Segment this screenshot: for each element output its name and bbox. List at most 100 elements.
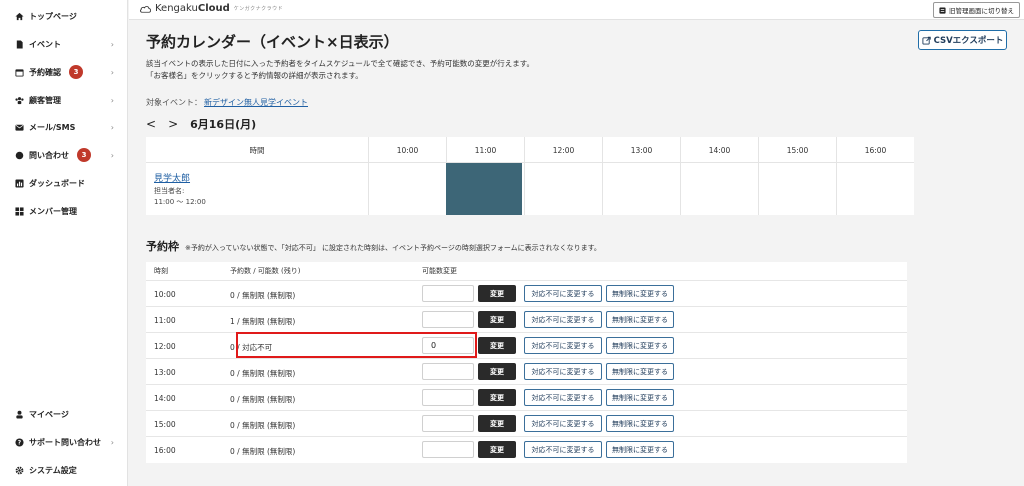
sidebar-item-mail[interactable]: メール/SMS ›	[0, 118, 128, 136]
capacity-input[interactable]	[422, 363, 474, 380]
timeline-hour: 13:00	[602, 137, 680, 163]
sidebar-item-settings[interactable]: システム設定	[0, 461, 128, 479]
set-unlimited-button[interactable]: 無制限に変更する	[606, 389, 674, 406]
brand-subtitle: ケンガクナクラウド	[233, 6, 284, 12]
sidebar-item-label: 顧客管理	[29, 95, 61, 105]
sidebar-item-label: 問い合わせ	[29, 150, 69, 160]
set-unavailable-button[interactable]: 対応不可に変更する	[524, 441, 602, 458]
grid-icon	[14, 206, 24, 216]
slot-count: 0 / 無制限 (無制限)	[230, 421, 296, 430]
date-navigator: < > 6月16日(月)	[146, 116, 256, 132]
sidebar-item-event[interactable]: イベント ›	[0, 35, 128, 53]
guest-name-link[interactable]: 見学太郎	[154, 171, 190, 184]
slots-note: ※予約が入っていない状態で、「対応不可」 に設定された時刻は、イベント予約ページ…	[185, 244, 601, 252]
change-button[interactable]: 変更	[478, 363, 516, 380]
sidebar-item-inquiry[interactable]: 問い合わせ 3 ›	[0, 146, 128, 164]
set-unlimited-button[interactable]: 無制限に変更する	[606, 285, 674, 302]
set-unlimited-button[interactable]: 無制限に変更する	[606, 337, 674, 354]
set-unavailable-button[interactable]: 対応不可に変更する	[524, 415, 602, 432]
next-day-button[interactable]: >	[168, 117, 178, 131]
table-row: 15:00 0 / 無制限 (無制限) 変更 対応不可に変更する 無制限に変更す…	[146, 410, 907, 436]
timeline-hour: 10:00	[368, 137, 446, 163]
change-button[interactable]: 変更	[478, 311, 516, 328]
sidebar-item-customers[interactable]: 顧客管理 ›	[0, 91, 128, 109]
page-title: 予約カレンダー（イベント×日表示）	[146, 33, 399, 51]
sidebar-item-label: メール/SMS	[29, 122, 76, 132]
capacity-input[interactable]	[422, 415, 474, 432]
timeline-hour: 15:00	[758, 137, 836, 163]
booking-block[interactable]	[446, 163, 522, 215]
set-unavailable-button[interactable]: 対応不可に変更する	[524, 285, 602, 302]
page-description: 該当イベントの表示した日付に入った予約者をタイムスケジュールで全て確認でき、予約…	[146, 59, 535, 68]
target-event-link[interactable]: 新デザイン無人見学イベント	[204, 98, 308, 107]
chevron-right-icon: ›	[110, 95, 114, 105]
set-unavailable-button[interactable]: 対応不可に変更する	[524, 389, 602, 406]
brand-name-light: Kengaku	[155, 3, 198, 14]
capacity-input[interactable]	[422, 389, 474, 406]
timeline-gridline	[680, 163, 681, 215]
chevron-right-icon: ›	[110, 67, 114, 77]
capacity-input[interactable]	[422, 311, 474, 328]
slot-time: 12:00	[154, 342, 176, 351]
sidebar-item-top[interactable]: トップページ	[0, 7, 128, 25]
timeline-hour: 12:00	[524, 137, 602, 163]
chat-icon	[14, 150, 24, 160]
slot-count: 0 / 無制限 (無制限)	[230, 447, 296, 456]
csv-export-button[interactable]: CSVエクスポート	[918, 30, 1007, 50]
top-bar: Kengaku Cloud ケンガクナクラウド 旧管理画面に切り替え	[129, 0, 1024, 20]
slot-time: 11:00	[154, 316, 176, 325]
chevron-right-icon: ›	[110, 39, 114, 49]
sidebar-item-dashboard[interactable]: ダッシュボード	[0, 174, 128, 192]
change-button[interactable]: 変更	[478, 337, 516, 354]
chevron-right-icon: ›	[110, 150, 114, 160]
change-button[interactable]: 変更	[478, 415, 516, 432]
sidebar: トップページ イベント › 予約確認 3 › 顧客管理 › メール/SMS › …	[0, 0, 128, 486]
slot-time: 15:00	[154, 420, 176, 429]
slot-time: 14:00	[154, 394, 176, 403]
slots-section-header: 予約枠 ※予約が入っていない状態で、「対応不可」 に設定された時刻は、イベント予…	[146, 238, 601, 254]
switch-label: 旧管理画面に切り替え	[949, 7, 1014, 15]
change-button[interactable]: 変更	[478, 389, 516, 406]
slots-title: 予約枠	[146, 240, 179, 253]
switch-legacy-admin-button[interactable]: 旧管理画面に切り替え	[933, 2, 1020, 18]
table-row: 16:00 0 / 無制限 (無制限) 変更 対応不可に変更する 無制限に変更す…	[146, 436, 907, 462]
set-unlimited-button[interactable]: 無制限に変更する	[606, 441, 674, 458]
target-event: 対象イベント： 新デザイン無人見学イベント	[146, 97, 308, 108]
table-row: 13:00 0 / 無制限 (無制限) 変更 対応不可に変更する 無制限に変更す…	[146, 358, 907, 384]
set-unavailable-button[interactable]: 対応不可に変更する	[524, 363, 602, 380]
set-unlimited-button[interactable]: 無制限に変更する	[606, 363, 674, 380]
document-icon	[14, 39, 24, 49]
change-button[interactable]: 変更	[478, 441, 516, 458]
set-unlimited-button[interactable]: 無制限に変更する	[606, 311, 674, 328]
sidebar-item-mypage[interactable]: マイページ	[0, 405, 128, 423]
home-icon	[14, 11, 24, 21]
set-unlimited-button[interactable]: 無制限に変更する	[606, 415, 674, 432]
sidebar-item-label: トップページ	[29, 11, 77, 21]
capacity-input[interactable]	[422, 285, 474, 302]
day-timeline: 時間 10:00 11:00 12:00 13:00 14:00 15:00 1…	[146, 137, 914, 215]
sidebar-item-label: イベント	[29, 39, 61, 49]
sidebar-item-support[interactable]: ? サポート問い合わせ ›	[0, 433, 128, 451]
sidebar-item-label: サポート問い合わせ	[29, 437, 101, 447]
set-unavailable-button[interactable]: 対応不可に変更する	[524, 311, 602, 328]
export-icon	[922, 36, 931, 45]
sidebar-item-label: ダッシュボード	[29, 178, 85, 188]
slot-time: 16:00	[154, 446, 176, 455]
timeline-gridline	[368, 163, 369, 215]
timeline-hour: 14:00	[680, 137, 758, 163]
timeline-gridline	[602, 163, 603, 215]
change-button[interactable]: 変更	[478, 285, 516, 302]
set-unavailable-button[interactable]: 対応不可に変更する	[524, 337, 602, 354]
prev-day-button[interactable]: <	[146, 117, 156, 131]
sidebar-item-reservation[interactable]: 予約確認 3 ›	[0, 63, 128, 81]
sidebar-item-label: システム設定	[29, 465, 77, 475]
brand-logo[interactable]: Kengaku Cloud ケンガクナクラウド	[139, 3, 283, 14]
timeline-header: 時間 10:00 11:00 12:00 13:00 14:00 15:00 1…	[146, 137, 914, 163]
sidebar-item-label: 予約確認	[29, 67, 61, 77]
sidebar-item-members[interactable]: メンバー管理	[0, 202, 128, 220]
slot-count: 1 / 無制限 (無制限)	[230, 317, 296, 326]
table-row: 10:00 0 / 無制限 (無制限) 変更 対応不可に変更する 無制限に変更す…	[146, 280, 907, 306]
capacity-input[interactable]	[422, 441, 474, 458]
chevron-right-icon: ›	[110, 437, 114, 447]
timeline-gridline	[758, 163, 759, 215]
